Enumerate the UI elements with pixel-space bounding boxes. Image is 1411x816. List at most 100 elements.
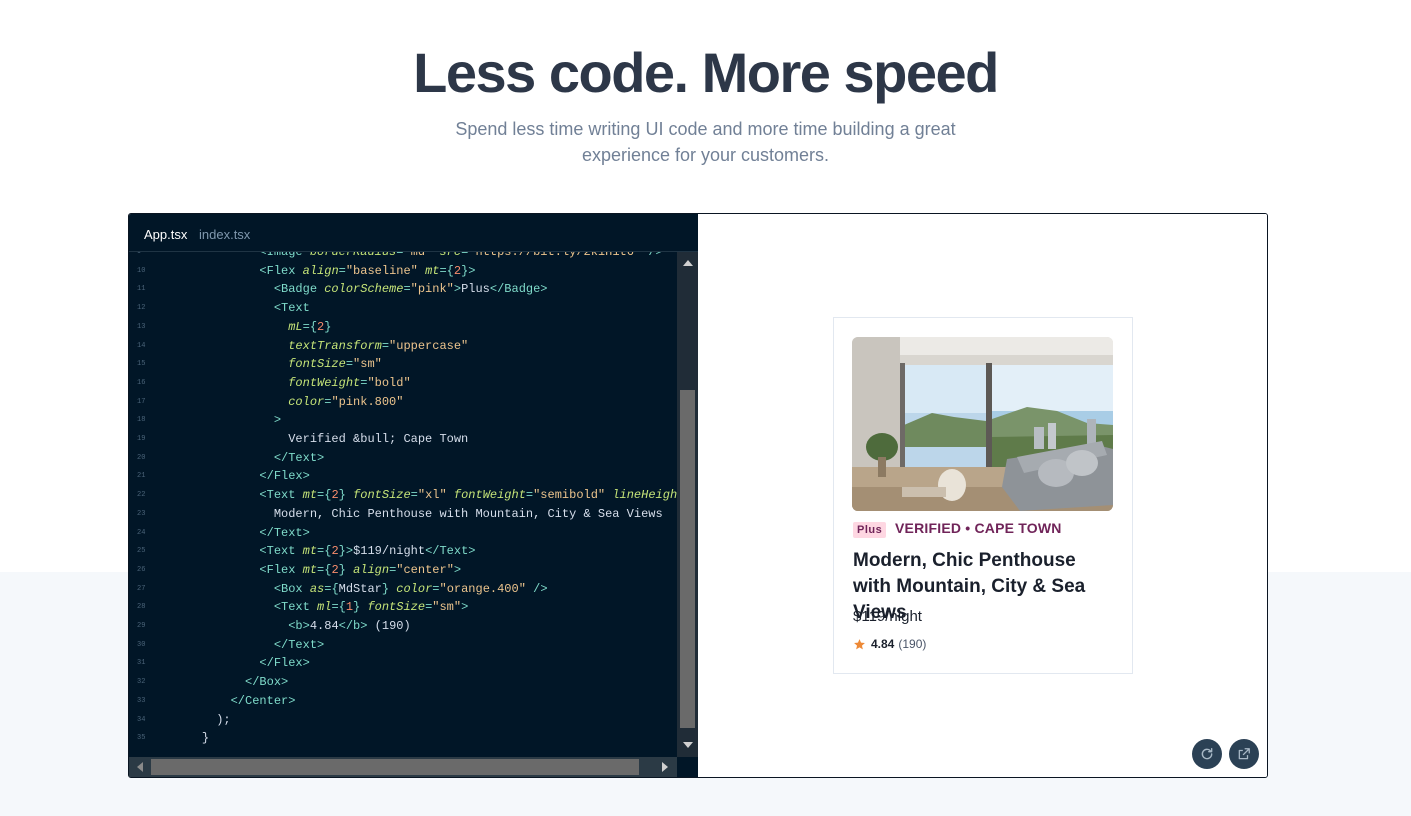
code-line: 22 <Text mt={2} fontSize="xl" fontWeight…	[129, 486, 677, 505]
code-line: 28 <Text ml={1} fontSize="sm">	[129, 598, 677, 617]
line-number: 20	[137, 453, 146, 462]
listing-card: Plus VERIFIED • CAPE TOWN Modern, Chic P…	[833, 317, 1133, 674]
line-number: 13	[137, 322, 146, 331]
editor-tabs: App.tsx index.tsx	[129, 214, 698, 252]
code-text: <Image borderRadius="md" src="https://bi…	[259, 252, 663, 259]
line-number: 31	[137, 659, 146, 668]
code-line: 20 </Text>	[129, 449, 677, 468]
code-line: 21 </Flex>	[129, 467, 677, 486]
code-line: 23 Modern, Chic Penthouse with Mountain,…	[129, 505, 677, 524]
code-text: </Flex>	[259, 469, 310, 484]
line-number: 28	[137, 603, 146, 612]
code-line: 9 <Image borderRadius="md" src="https://…	[129, 252, 677, 262]
code-text: color="pink.800"	[259, 394, 404, 409]
code-text: </Text>	[259, 525, 310, 540]
code-text: <Text mt={2}>$119/night</Text>	[259, 544, 476, 559]
code-text: <Box as={MdStar} color="orange.400" />	[259, 581, 548, 596]
rating-value: 4.84	[871, 637, 895, 651]
code-text: Verified &bull; Cape Town	[259, 432, 469, 446]
code-text: );	[216, 712, 231, 727]
code-line: 27 <Box as={MdStar} color="orange.400" /…	[129, 580, 677, 599]
line-number: 33	[137, 696, 146, 705]
line-number: 29	[137, 622, 146, 630]
line-number: 12	[137, 304, 146, 313]
review-count: (190)	[898, 637, 927, 651]
vertical-scrollbar[interactable]	[677, 252, 698, 757]
line-number: 35	[137, 734, 146, 743]
external-link-icon	[1238, 748, 1250, 760]
scroll-right-arrow-icon[interactable]	[662, 762, 668, 772]
line-number: 18	[137, 416, 146, 425]
code-content[interactable]: 9 <Image borderRadius="md" src="https://…	[129, 252, 677, 757]
page-subtitle: Spend less time writing UI code and more…	[430, 116, 981, 168]
code-line: 35 }	[129, 729, 677, 748]
code-text: <Flex mt={2} align="center">	[259, 562, 462, 577]
code-text: textTransform="uppercase"	[259, 338, 469, 353]
code-text: <Text ml={1} fontSize="sm">	[259, 600, 469, 615]
open-in-new-window-button[interactable]	[1229, 739, 1259, 769]
line-number: 11	[137, 285, 146, 294]
code-line: 11 <Badge colorScheme="pink">Plus</Badge…	[129, 280, 677, 299]
rating-row: 4.84 (190)	[853, 637, 926, 651]
line-number: 14	[137, 341, 146, 350]
line-number: 19	[137, 435, 146, 443]
code-text: </Center>	[230, 693, 296, 708]
code-line: 12 <Text	[129, 299, 677, 318]
code-text: fontWeight="bold"	[259, 375, 411, 390]
page-title: Less code. More speed	[413, 41, 999, 104]
line-number: 32	[137, 678, 146, 687]
code-text: <Text	[259, 301, 310, 316]
code-text: </Flex>	[259, 656, 310, 671]
listing-price: $119/night	[853, 608, 922, 625]
code-line: 25 <Text mt={2}>$119/night</Text>	[129, 542, 677, 561]
subtitle-line-2: experience for your customers.	[581, 145, 830, 165]
line-number: 21	[137, 472, 146, 481]
tab-app-tsx[interactable]: App.tsx	[144, 227, 187, 243]
line-number: 9	[137, 252, 142, 256]
line-number: 30	[137, 640, 146, 649]
code-text: fontSize="sm"	[259, 357, 382, 372]
scroll-up-arrow-icon[interactable]	[683, 260, 693, 266]
scroll-down-arrow-icon[interactable]	[683, 742, 693, 748]
code-editor[interactable]: App.tsx index.tsx 9 <Image borderRadius=…	[129, 214, 698, 777]
code-line: 17 color="pink.800"	[129, 393, 677, 412]
line-number: 34	[137, 715, 146, 724]
listing-image	[852, 337, 1113, 511]
line-number: 22	[137, 491, 146, 500]
code-line: 16 fontWeight="bold"	[129, 374, 677, 393]
line-number: 24	[137, 528, 146, 537]
code-line: 13 mL={2}	[129, 318, 677, 337]
line-number: 10	[137, 266, 146, 275]
code-text: >	[259, 413, 282, 428]
code-line: 10 <Flex align="baseline" mt={2}>	[129, 262, 677, 281]
code-line: 32 </Box>	[129, 673, 677, 692]
line-number: 17	[137, 397, 146, 406]
code-line: 15 fontSize="sm"	[129, 355, 677, 374]
code-text: }	[201, 731, 210, 746]
scroll-left-arrow-icon[interactable]	[137, 762, 143, 772]
verified-location-label: VERIFIED • CAPE TOWN	[895, 520, 1062, 536]
code-line: 30 </Text>	[129, 636, 677, 655]
code-text: <Text mt={2} fontSize="xl" fontWeight="s…	[259, 488, 677, 503]
refresh-button[interactable]	[1192, 739, 1222, 769]
subtitle-line-1: Spend less time writing UI code and more…	[455, 119, 956, 139]
code-line: 24 </Text>	[129, 524, 677, 543]
code-text: <b>4.84</b> (190)	[259, 619, 411, 633]
code-text: mL={2}	[259, 319, 332, 334]
vertical-scroll-thumb[interactable]	[680, 390, 695, 728]
tab-index-tsx[interactable]: index.tsx	[199, 227, 250, 243]
code-line: 33 </Center>	[129, 692, 677, 711]
star-icon	[854, 638, 865, 649]
line-number: 26	[137, 565, 146, 574]
code-text: </Text>	[259, 450, 325, 465]
line-number: 25	[137, 547, 146, 556]
code-text: </Text>	[259, 637, 325, 652]
code-text: <Flex align="baseline" mt={2}>	[259, 263, 476, 278]
horizontal-scrollbar[interactable]	[129, 757, 677, 777]
code-text: Modern, Chic Penthouse with Mountain, Ci…	[259, 506, 663, 521]
code-line: 19 Verified &bull; Cape Town	[129, 430, 677, 449]
code-line: 29 <b>4.84</b> (190)	[129, 617, 677, 636]
horizontal-scroll-thumb[interactable]	[151, 759, 639, 775]
line-number: 16	[137, 378, 146, 387]
code-line: 18 >	[129, 411, 677, 430]
